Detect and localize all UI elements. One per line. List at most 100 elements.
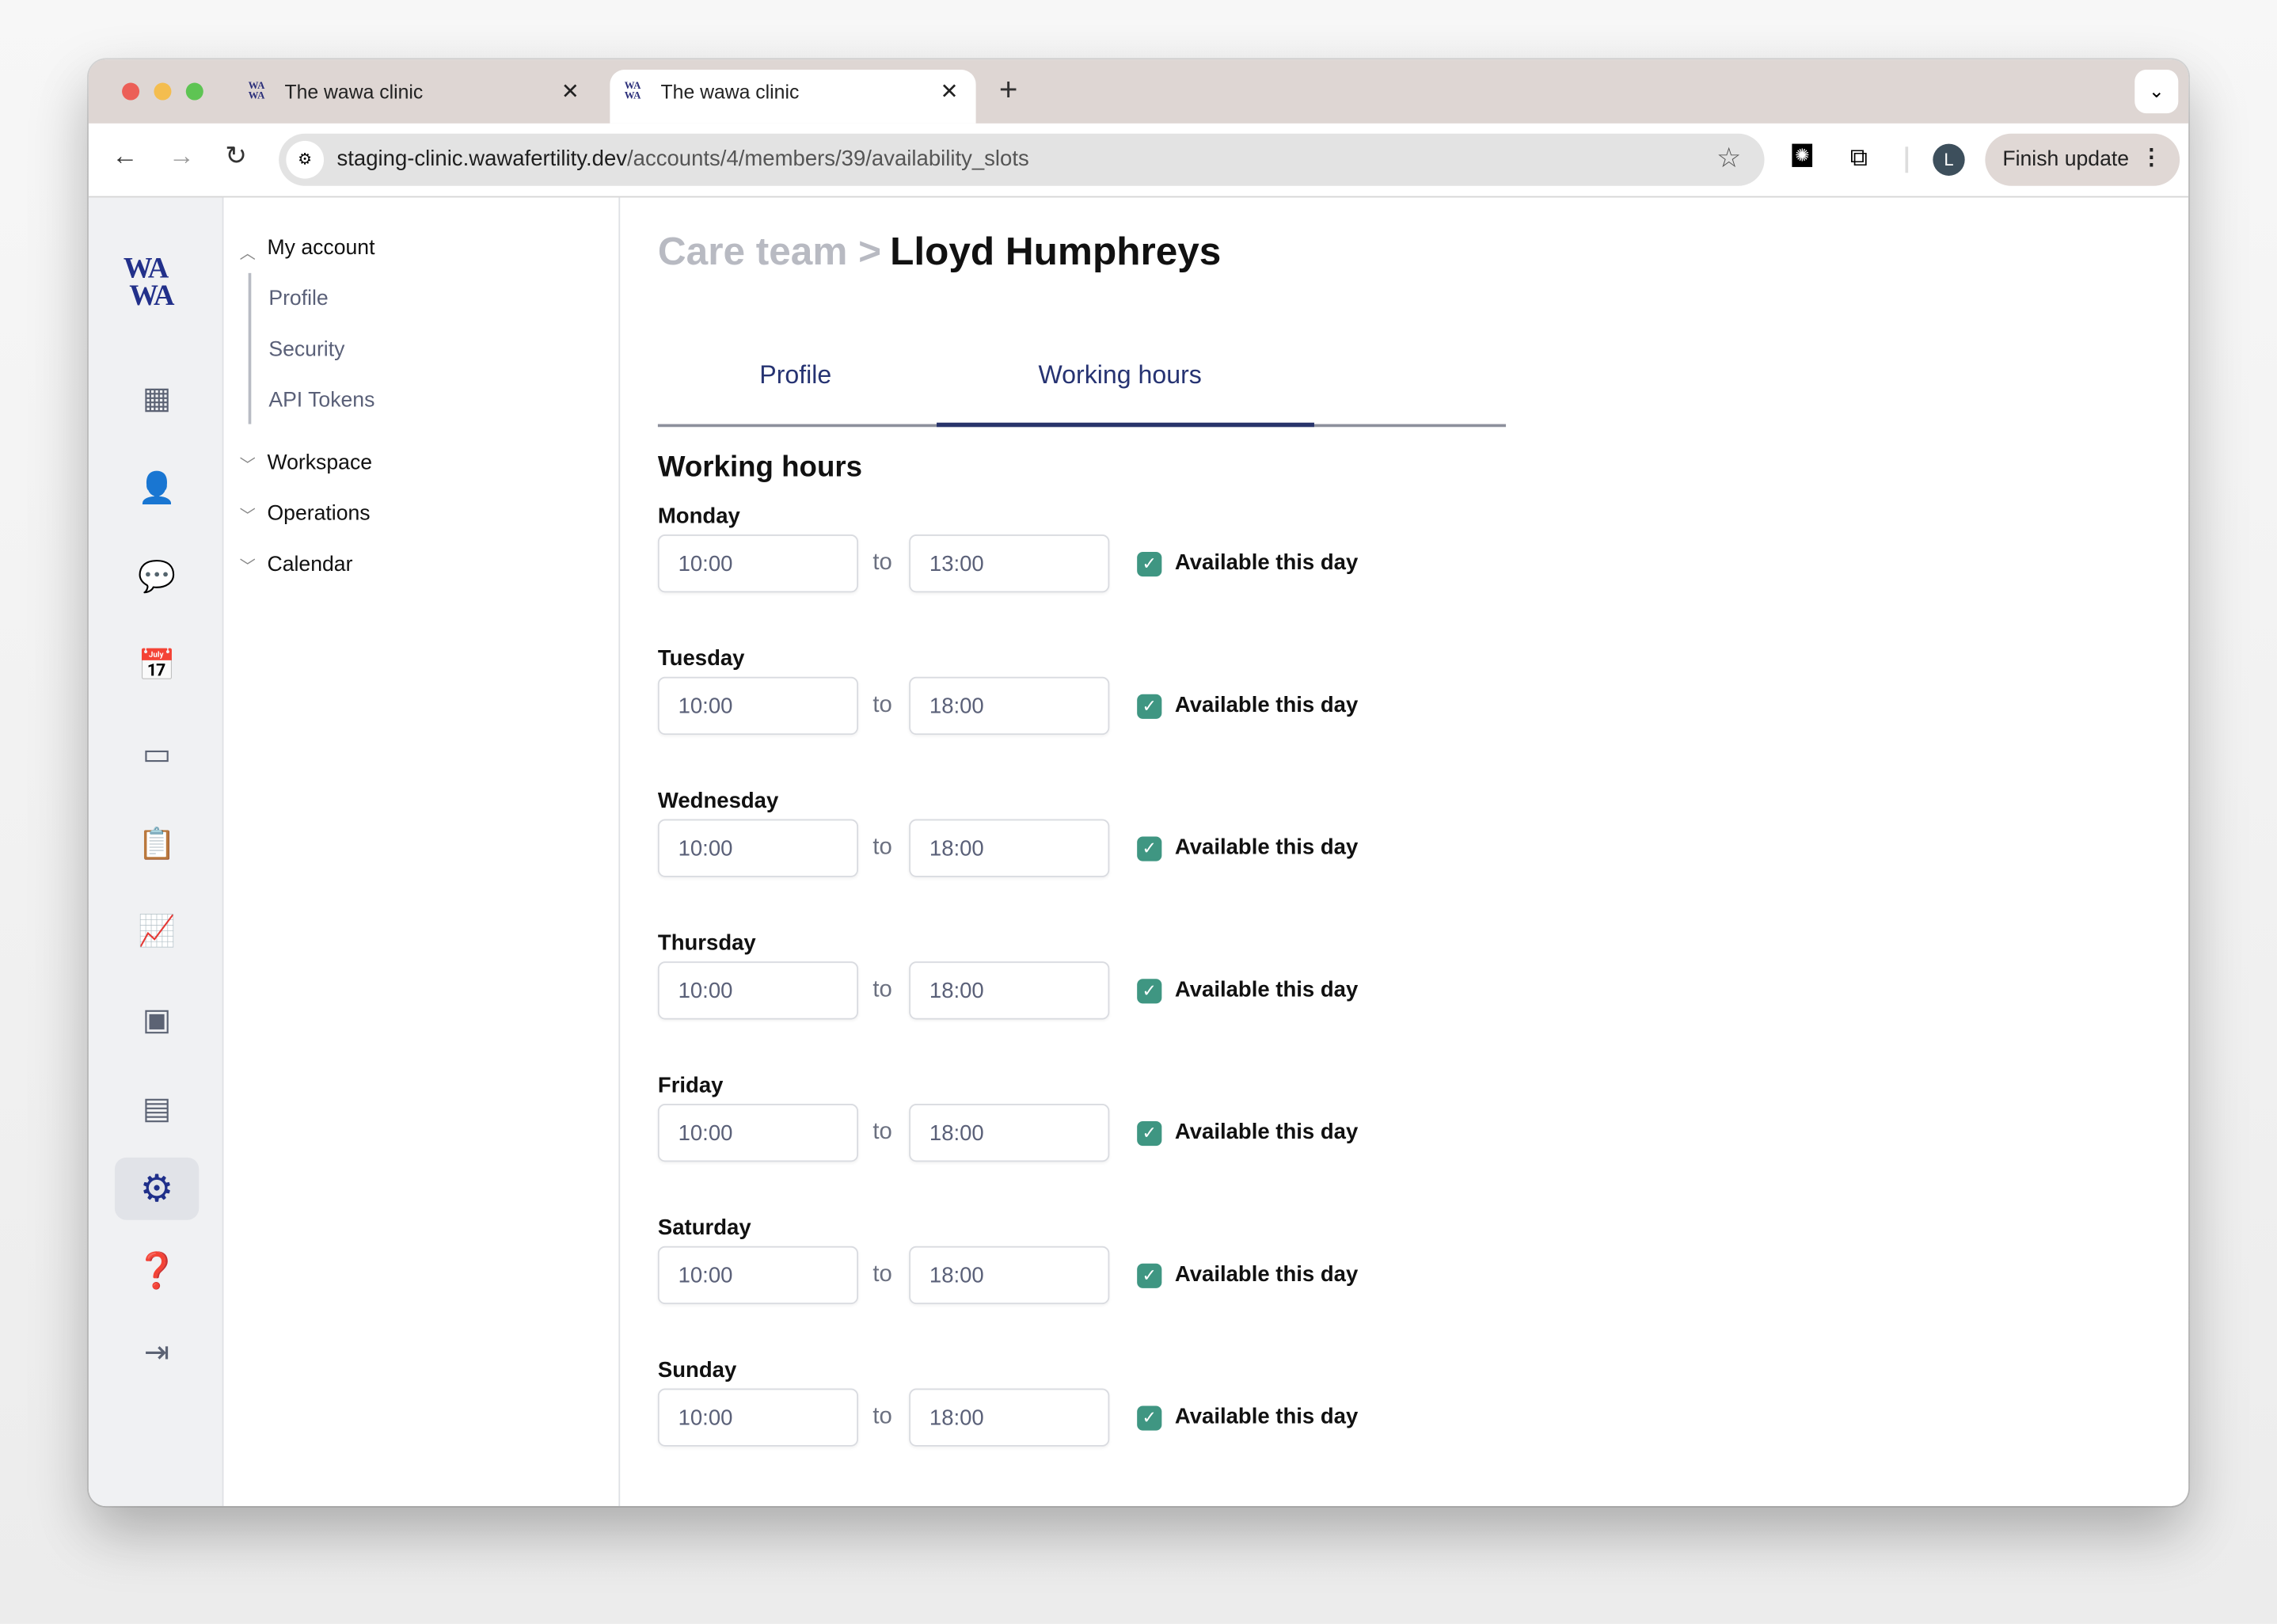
day-row: Wednesday 10:00 to 18:00 ✓ Available thi…	[657, 788, 1530, 931]
help-icon[interactable]: ❓	[132, 1250, 181, 1294]
available-checkbox[interactable]: ✓	[1137, 694, 1162, 719]
billing-icon[interactable]: ▭	[132, 733, 181, 777]
settings-nav: ︿ My account Profile Security API Tokens…	[223, 197, 621, 1507]
chevron-down-icon[interactable]: ﹀	[240, 555, 256, 578]
day-row: Thursday 10:00 to 18:00 ✓ Available this…	[657, 930, 1530, 1074]
close-tab-icon[interactable]: ✕	[941, 78, 959, 105]
nav-calendar[interactable]: Calendar	[267, 553, 352, 576]
start-time-input[interactable]: 10:00	[657, 534, 859, 593]
browser-toolbar: ← → ↻ ⚙ staging-clinic.wawafertility.dev…	[88, 123, 2189, 198]
to-label: to	[872, 835, 892, 860]
available-checkbox[interactable]: ✓	[1137, 1405, 1162, 1431]
settings-icon[interactable]: ⚙	[114, 1157, 200, 1220]
forward-icon[interactable]: →	[169, 141, 195, 172]
day-label: Wednesday	[657, 788, 779, 814]
page-title: Lloyd Humphreys	[890, 229, 1222, 273]
messages-icon[interactable]: 💬	[132, 556, 181, 599]
end-time-input[interactable]: 18:00	[909, 676, 1110, 736]
url-host: staging-clinic.wawafertility.dev	[336, 146, 628, 172]
maximize-window-button[interactable]	[185, 82, 203, 101]
chevron-down-icon[interactable]: ﹀	[240, 453, 256, 476]
end-time-input[interactable]: 18:00	[909, 961, 1110, 1020]
day-row: Friday 10:00 to 18:00 ✓ Available this d…	[657, 1073, 1530, 1215]
new-tab-button[interactable]: +	[999, 71, 1018, 109]
tasks-icon[interactable]: 📋	[132, 823, 181, 867]
finish-update-button[interactable]: Finish update ⋮	[1985, 133, 2180, 186]
nav-api-tokens[interactable]: API Tokens	[268, 390, 374, 413]
day-row: Sunday 10:00 to 18:00 ✓ Available this d…	[657, 1357, 1530, 1500]
available-checkbox[interactable]: ✓	[1137, 551, 1162, 577]
available-label[interactable]: Available this day	[1175, 1405, 1358, 1429]
more-menu-icon[interactable]: ⋮	[2141, 144, 2163, 169]
tab-title: The wawa clinic	[660, 81, 800, 104]
day-label: Sunday	[657, 1357, 737, 1383]
available-checkbox[interactable]: ✓	[1137, 979, 1162, 1004]
dashboard-icon[interactable]: ▦	[132, 378, 181, 421]
reload-icon[interactable]: ↻	[225, 141, 247, 172]
available-checkbox[interactable]: ✓	[1137, 1121, 1162, 1147]
to-label: to	[872, 692, 892, 718]
monitoring-icon[interactable]: ▤	[132, 1088, 181, 1131]
start-time-input[interactable]: 10:00	[657, 1103, 859, 1162]
tab-search-button[interactable]: ⌄	[2134, 70, 2179, 114]
site-info-icon[interactable]: ⚙	[286, 140, 325, 179]
nav-operations[interactable]: Operations	[267, 503, 370, 526]
contacts-icon[interactable]: ▣	[132, 999, 181, 1043]
browser-tab-active[interactable]: WA WA The wawa clinic ✕	[610, 70, 976, 124]
end-time-input[interactable]: 13:00	[909, 534, 1110, 593]
day-label: Tuesday	[657, 646, 745, 671]
back-icon[interactable]: ←	[112, 141, 138, 172]
main-content: Care team > Lloyd Humphreys Profile Worki…	[620, 197, 2188, 1506]
patients-icon[interactable]: 👤	[132, 468, 181, 512]
chevron-up-icon[interactable]: ︿	[240, 241, 256, 264]
end-time-input[interactable]: 18:00	[909, 1388, 1110, 1447]
nav-security[interactable]: Security	[268, 338, 344, 361]
to-label: to	[872, 1261, 892, 1287]
extensions-puzzle-icon[interactable]: ⧉	[1850, 144, 1868, 173]
tab-working-hours[interactable]: Working hours	[1038, 360, 1201, 391]
available-label[interactable]: Available this day	[1175, 977, 1358, 1002]
favicon-icon: WA WA	[248, 79, 265, 102]
bookmark-star-icon[interactable]: ☆	[1716, 143, 1741, 176]
section-title: Working hours	[657, 451, 863, 484]
to-label: to	[872, 1120, 892, 1145]
nav-profile[interactable]: Profile	[268, 287, 328, 310]
breadcrumb-care-team[interactable]: Care team >	[658, 230, 881, 273]
available-label[interactable]: Available this day	[1175, 835, 1358, 860]
url-path: /accounts/4/members/39/availability_slot…	[627, 146, 1029, 172]
tab-profile[interactable]: Profile	[759, 360, 831, 391]
to-label: to	[872, 1404, 892, 1429]
close-tab-icon[interactable]: ✕	[561, 78, 580, 105]
tab-strip: WA WA The wawa clinic ✕ WA WA The wawa cli…	[88, 59, 2189, 124]
end-time-input[interactable]: 18:00	[909, 1103, 1110, 1162]
start-time-input[interactable]: 10:00	[657, 961, 859, 1020]
to-label: to	[872, 977, 892, 1002]
address-bar[interactable]: ⚙ staging-clinic.wawafertility.dev/accou…	[279, 133, 1765, 186]
logout-icon[interactable]: ⇥	[132, 1332, 181, 1375]
available-label[interactable]: Available this day	[1175, 1120, 1358, 1144]
available-checkbox[interactable]: ✓	[1137, 836, 1162, 861]
available-label[interactable]: Available this day	[1175, 550, 1358, 575]
nav-my-account[interactable]: My account	[267, 237, 374, 260]
wawa-logo[interactable]: WA WA	[124, 254, 175, 311]
day-row: Tuesday 10:00 to 18:00 ✓ Available this …	[657, 646, 1530, 789]
end-time-input[interactable]: 18:00	[909, 1246, 1110, 1305]
start-time-input[interactable]: 10:00	[657, 819, 859, 877]
available-label[interactable]: Available this day	[1175, 693, 1358, 717]
day-label: Thursday	[657, 930, 756, 956]
start-time-input[interactable]: 10:00	[657, 1388, 859, 1447]
chevron-down-icon[interactable]: ﹀	[240, 504, 256, 527]
calendar-icon[interactable]: 📅	[132, 645, 181, 688]
start-time-input[interactable]: 10:00	[657, 676, 859, 736]
minimize-window-button[interactable]	[154, 82, 172, 101]
analytics-icon[interactable]: 📈	[132, 911, 181, 954]
close-window-button[interactable]	[122, 82, 140, 101]
profile-avatar[interactable]: L	[1933, 143, 1965, 176]
nav-workspace[interactable]: Workspace	[267, 451, 372, 474]
browser-tab[interactable]: WA WA The wawa clinic ✕	[234, 70, 597, 124]
available-checkbox[interactable]: ✓	[1137, 1263, 1162, 1288]
start-time-input[interactable]: 10:00	[657, 1246, 859, 1305]
end-time-input[interactable]: 18:00	[909, 819, 1110, 877]
extension-icon[interactable]: ✺	[1792, 143, 1813, 167]
available-label[interactable]: Available this day	[1175, 1262, 1358, 1287]
